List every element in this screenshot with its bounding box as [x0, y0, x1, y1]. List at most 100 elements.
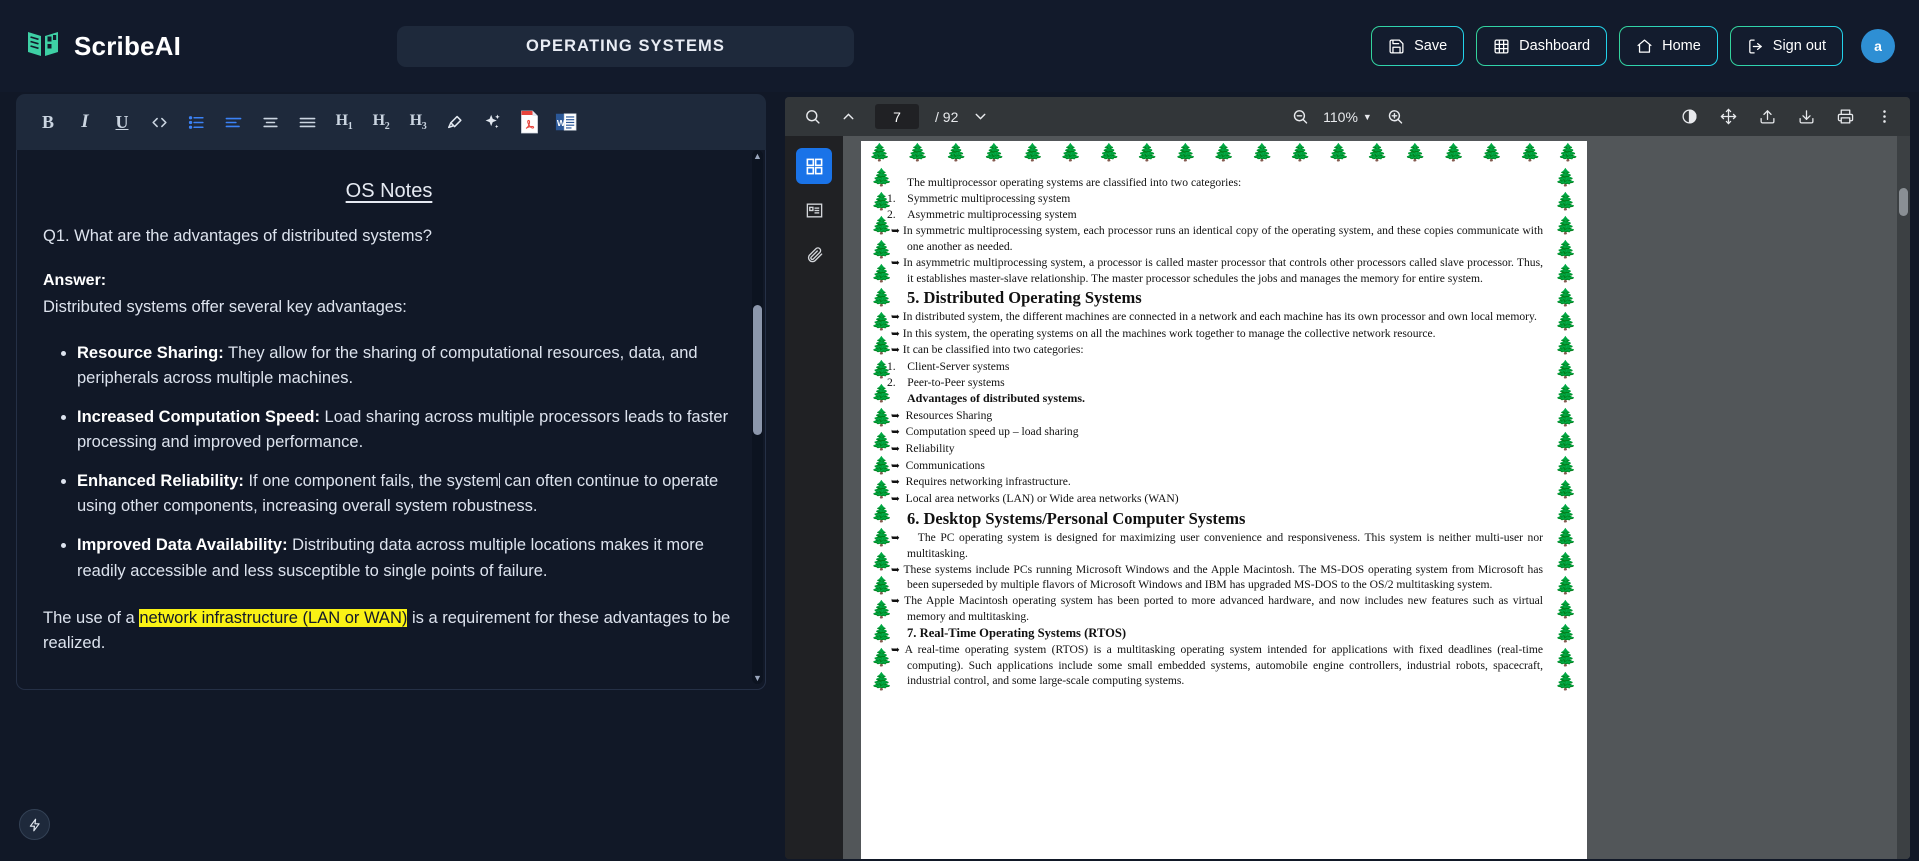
pdf-page-text: The multiprocessor operating systems are… [887, 175, 1543, 689]
home-button[interactable]: Home [1619, 26, 1718, 66]
heading-2-button[interactable]: H2 [365, 106, 397, 138]
pdf-bullet: ➥ In this system, the operating systems … [891, 326, 1436, 340]
list-item: Resource Sharing: They allow for the sha… [77, 341, 735, 391]
outline-icon[interactable] [796, 192, 832, 228]
code-block-button[interactable] [143, 106, 175, 138]
home-icon [1636, 38, 1653, 55]
align-center-button[interactable] [254, 106, 286, 138]
pdf-numbered-item: 2. Peer-to-Peer systems [887, 376, 1005, 390]
list-item: Increased Computation Speed: Load sharin… [77, 405, 735, 455]
workspace: B I U H1 H2 H3 W OS Notes Q1. What are t… [0, 92, 1919, 861]
home-label: Home [1662, 38, 1701, 54]
tree-border-top: 🌲 🌲 🌲 🌲 🌲 🌲 🌲 🌲 🌲 🌲 🌲 🌲 🌲 🌲 🌲 🌲 🌲 🌲 🌲 [869, 143, 1579, 162]
list-item: Enhanced Reliability: If one component f… [77, 469, 735, 519]
chevron-down-icon[interactable] [967, 103, 994, 130]
pdf-pane: 7 / 92 110% ▼ 🌲 🌲 🌲 🌲 🌲 🌲 🌲 🌲 🌲 🌲 🌲 🌲 🌲 … [782, 92, 1919, 861]
highlighter-icon[interactable] [439, 106, 471, 138]
underline-button[interactable]: U [106, 106, 138, 138]
save-icon [1388, 38, 1405, 55]
pdf-bullet: ➥ In symmetric multiprocessing system, e… [891, 224, 1543, 253]
zoom-controls: 110% ▼ [1286, 103, 1409, 130]
pdf-bullet: ➥ In asymmetric multiprocessing system, … [891, 255, 1543, 285]
print-icon[interactable] [1832, 103, 1859, 130]
pdf-numbered-item: 2. Asymmetric multiprocessing system [887, 208, 1077, 222]
document-title: OPERATING SYSTEMS [526, 37, 725, 55]
document-editor[interactable]: OS Notes Q1. What are the advantages of … [16, 150, 766, 690]
align-left-button[interactable] [217, 106, 249, 138]
upload-icon[interactable] [1754, 103, 1781, 130]
list-item-term: Enhanced Reliability: [77, 472, 244, 491]
bold-button[interactable]: B [32, 106, 64, 138]
header-actions: Save Dashboard Home Sign out a [1371, 0, 1895, 92]
pdf-section-heading: 5. Distributed Operating Systems [907, 287, 1142, 307]
pdf-scroll-thumb[interactable] [1899, 188, 1908, 216]
pdf-scroll-area[interactable]: 🌲 🌲 🌲 🌲 🌲 🌲 🌲 🌲 🌲 🌲 🌲 🌲 🌲 🌲 🌲 🌲 🌲 🌲 🌲 🌲 🌲 🌲 🌲 🌲 🌲 🌲 🌲 🌲 🌲 🌲 🌲 🌲 🌲 🌲 🌲 🌲 🌲 🌲 🌲… [843, 136, 1910, 859]
pdf-right-tools [1676, 103, 1898, 130]
brand-name: ScribeAI [74, 30, 182, 61]
sign-out-label: Sign out [1772, 38, 1826, 54]
zoom-in-icon[interactable] [1382, 103, 1409, 130]
dashboard-label: Dashboard [1519, 38, 1591, 54]
chevron-up-icon[interactable] [835, 103, 862, 130]
pdf-body: 🌲 🌲 🌲 🌲 🌲 🌲 🌲 🌲 🌲 🌲 🌲 🌲 🌲 🌲 🌲 🌲 🌲 🌲 🌲 🌲 🌲 🌲 🌲 🌲 🌲 🌲 🌲 🌲 🌲 🌲 🌲 🌲 🌲 🌲 🌲 🌲 🌲 🌲 🌲… [785, 136, 1910, 859]
list-item-term: Increased Computation Speed: [77, 408, 320, 427]
export-word-icon[interactable]: W [550, 106, 582, 138]
avatar[interactable]: a [1861, 29, 1895, 63]
editor-scroll-thumb[interactable] [753, 305, 762, 435]
list-item-term: Resource Sharing: [77, 344, 224, 362]
bullet-list-button[interactable] [180, 106, 212, 138]
zoom-level-dropdown[interactable]: 110% ▼ [1323, 109, 1372, 125]
dashboard-button[interactable]: Dashboard [1476, 26, 1607, 66]
editor-scrollbar[interactable]: ▲ ▼ [752, 150, 763, 684]
pdf-intro: The multiprocessor operating systems are… [907, 176, 1242, 189]
save-label: Save [1414, 38, 1448, 54]
closing-paragraph: The use of a network infrastructure (LAN… [43, 606, 735, 656]
sign-out-button[interactable]: Sign out [1730, 26, 1843, 66]
search-icon[interactable] [799, 103, 826, 130]
pdf-toolbar: 7 / 92 110% ▼ [785, 97, 1910, 136]
editor-pane: B I U H1 H2 H3 W OS Notes Q1. What are t… [0, 92, 782, 861]
italic-button[interactable]: I [69, 106, 101, 138]
ai-sparkle-icon[interactable] [476, 106, 508, 138]
pdf-bullet: ➥ A real-time operating system (RTOS) is… [891, 643, 1543, 688]
chevron-down-icon: ▼ [1362, 111, 1372, 122]
zoom-out-icon[interactable] [1286, 103, 1313, 130]
pdf-subheading: Advantages of distributed systems. [907, 391, 1086, 406]
pdf-bullet: ➥ In distributed system, the different m… [891, 310, 1537, 324]
contrast-icon[interactable] [1676, 103, 1703, 130]
pdf-bullet: ➥ Local area networks (LAN) or Wide area… [891, 491, 1179, 505]
lightning-icon[interactable] [19, 809, 50, 840]
scroll-up-icon[interactable]: ▲ [752, 150, 763, 162]
pdf-section-heading: 6. Desktop Systems/Personal Computer Sys… [907, 508, 1246, 528]
answer-intro: Distributed systems offer several key ad… [43, 298, 407, 316]
note-title: OS Notes [345, 180, 433, 202]
sign-out-icon [1747, 38, 1764, 55]
brand: ScribeAI [26, 29, 181, 64]
list-item-term: Improved Data Availability: [77, 536, 288, 555]
pdf-scrollbar[interactable] [1897, 136, 1910, 859]
pdf-bullet: ➥ Reliability [891, 441, 955, 455]
thumbnails-icon[interactable] [796, 148, 832, 184]
grid-icon [1493, 38, 1510, 55]
answer-label: Answer: [43, 272, 107, 289]
tree-border-right: 🌲 🌲 🌲 🌲 🌲 🌲 🌲 🌲 🌲 🌲 🌲 🌲 🌲 🌲 🌲 🌲 🌲 🌲 🌲 🌲 🌲 🌲 [1555, 168, 1577, 691]
advantages-list: Resource Sharing: They allow for the sha… [43, 341, 735, 584]
page-number-input[interactable]: 7 [875, 104, 919, 129]
download-icon[interactable] [1793, 103, 1820, 130]
document-title-bar[interactable]: OPERATING SYSTEMS [397, 26, 854, 67]
more-options-icon[interactable] [1871, 103, 1898, 130]
heading-1-button[interactable]: H1 [328, 106, 360, 138]
highlighted-text: network infrastructure (LAN or WAN) [139, 608, 408, 627]
scroll-down-icon[interactable]: ▼ [752, 672, 763, 684]
pan-icon[interactable] [1715, 103, 1742, 130]
pdf-numbered-item: 1. Symmetric multiprocessing system [887, 192, 1071, 206]
pdf-section-heading: 7. Real-Time Operating Systems (RTOS) [907, 626, 1127, 641]
save-button[interactable]: Save [1371, 26, 1464, 66]
attachments-icon[interactable] [796, 236, 832, 272]
export-pdf-icon[interactable] [513, 106, 545, 138]
closing-before: The use of a [43, 608, 140, 627]
pdf-bullet: ➥ Communications [891, 458, 985, 472]
align-justify-button[interactable] [291, 106, 323, 138]
heading-3-button[interactable]: H3 [402, 106, 434, 138]
pdf-bullet: ➥ These systems include PCs running Micr… [891, 562, 1543, 592]
